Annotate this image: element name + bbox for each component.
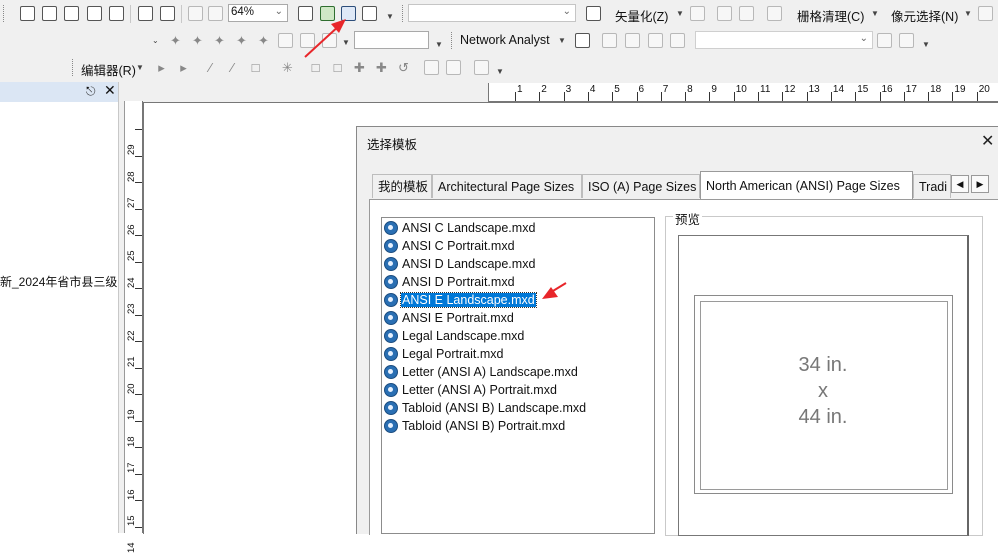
annotation-arrow-toolbar bbox=[304, 19, 346, 58]
ruler-number: 14 bbox=[126, 541, 137, 553]
annotation-arrow-selected-item bbox=[542, 282, 567, 299]
annotation-arrows bbox=[304, 19, 567, 299]
